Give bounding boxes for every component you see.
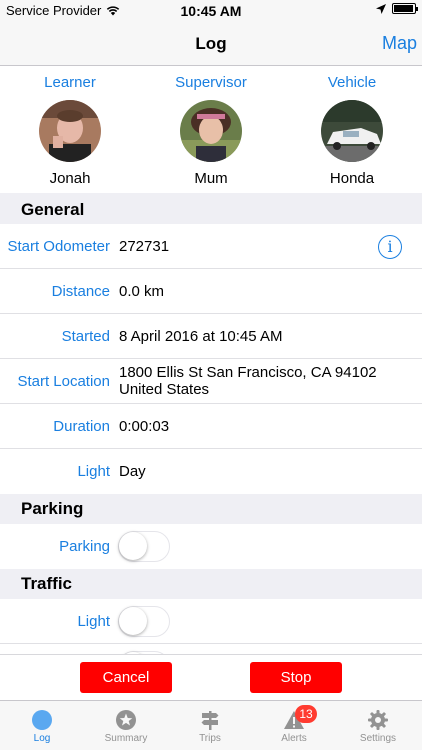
supervisor-card[interactable]: Supervisor Mum — [156, 74, 266, 187]
tab-log[interactable]: Log — [0, 701, 84, 750]
supervisor-role-label: Supervisor — [175, 74, 247, 91]
tab-log-label: Log — [33, 733, 51, 744]
star-badge-icon — [115, 709, 137, 731]
duration-value: 0:00:03 — [119, 418, 170, 435]
stop-button[interactable]: Stop — [250, 662, 342, 693]
signpost-icon — [199, 709, 221, 731]
circle-icon — [31, 709, 53, 731]
parking-toggle[interactable] — [118, 531, 170, 562]
duration-row: Duration 0:00:03 — [0, 404, 422, 449]
learner-name: Jonah — [49, 170, 91, 187]
status-bar: Service Provider 10:45 AM — [0, 0, 422, 22]
duration-label: Duration — [53, 418, 110, 435]
general-section-header: General — [0, 193, 422, 224]
tab-summary[interactable]: Summary — [84, 701, 168, 750]
supervisor-avatar[interactable] — [180, 100, 242, 162]
tab-alerts-label: Alerts — [281, 733, 307, 744]
start-odometer-label: Start Odometer — [7, 238, 110, 255]
light-label: Light — [77, 463, 110, 480]
tab-settings[interactable]: Settings — [336, 701, 420, 750]
tab-trips-label: Trips — [199, 733, 221, 744]
tab-bar: Log Summary Trips 13 Alerts Settings — [0, 700, 422, 750]
learner-role-label: Learner — [44, 74, 96, 91]
started-label: Started — [61, 328, 110, 345]
info-icon[interactable]: i — [378, 235, 402, 259]
gear-icon — [367, 709, 389, 731]
start-location-label: Start Location — [17, 373, 110, 390]
status-right — [376, 3, 418, 14]
learner-card[interactable]: Learner Jonah — [15, 74, 125, 187]
parking-row: Parking — [0, 524, 422, 569]
tab-alerts[interactable]: 13 Alerts — [252, 701, 336, 750]
toggle-knob — [119, 607, 147, 635]
status-time: 10:45 AM — [180, 3, 242, 19]
participants-panel: Learner Jonah Supervisor Mum Vehicle Hon… — [0, 66, 422, 193]
start-odometer-value: 272731 — [119, 238, 170, 255]
battery-level — [394, 5, 413, 12]
tab-trips[interactable]: Trips — [168, 701, 252, 750]
traffic-section-header: Traffic — [0, 569, 422, 599]
started-row[interactable]: Started 8 April 2016 at 10:45 AM — [0, 314, 422, 359]
traffic-light-label: Light — [77, 613, 110, 630]
partial-row — [0, 644, 422, 682]
navigation-bar: Log Map — [0, 22, 422, 66]
start-location-value: 1800 Ellis St San Francisco, CA 94102 Un… — [119, 364, 377, 398]
vehicle-avatar[interactable] — [321, 100, 383, 162]
start-odometer-row[interactable]: Start Odometer 272731 i — [0, 224, 422, 269]
start-location-row[interactable]: Start Location 1800 Ellis St San Francis… — [0, 359, 422, 404]
tab-summary-label: Summary — [104, 733, 148, 744]
vehicle-role-label: Vehicle — [327, 74, 377, 91]
light-value: Day — [119, 463, 146, 480]
toggle-knob — [119, 532, 147, 560]
parking-section-header: Parking — [0, 494, 422, 524]
location-arrow-icon — [376, 3, 386, 14]
vehicle-card[interactable]: Vehicle Honda — [297, 74, 407, 187]
light-row[interactable]: Light Day — [0, 449, 422, 494]
distance-value: 0.0 km — [119, 283, 165, 300]
vehicle-name: Honda — [329, 170, 375, 187]
alerts-badge: 13 — [295, 705, 317, 723]
map-button[interactable]: Map — [382, 33, 417, 54]
learner-avatar[interactable] — [39, 100, 101, 162]
action-bar: Cancel Stop — [0, 654, 422, 700]
traffic-light-toggle[interactable] — [118, 606, 170, 637]
page-title: Log — [195, 34, 227, 53]
tab-settings-label: Settings — [359, 733, 397, 744]
battery-icon — [392, 3, 418, 14]
warning-icon: 13 — [283, 705, 317, 731]
started-value: 8 April 2016 at 10:45 AM — [119, 328, 283, 345]
supervisor-name: Mum — [194, 170, 228, 187]
distance-label: Distance — [51, 283, 110, 300]
traffic-light-row: Light — [0, 599, 422, 644]
cancel-button[interactable]: Cancel — [80, 662, 172, 693]
parking-label: Parking — [59, 538, 110, 555]
distance-row: Distance 0.0 km — [0, 269, 422, 314]
